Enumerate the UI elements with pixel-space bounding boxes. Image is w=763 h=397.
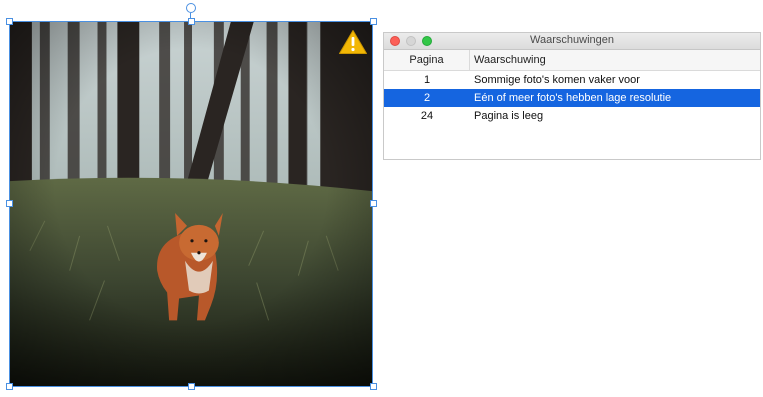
table-row-selected[interactable]: 2 Eén of meer foto's hebben lage resolut… <box>384 89 760 107</box>
resize-handle-bottom-left[interactable] <box>6 383 13 390</box>
resize-handle-bottom-right[interactable] <box>370 383 377 390</box>
rotate-handle[interactable] <box>186 3 196 13</box>
row-page-number: 1 <box>423 74 431 86</box>
resize-handle-right[interactable] <box>370 200 377 207</box>
table-row[interactable]: 1 Sommige foto's komen vaker voor <box>384 71 760 89</box>
resize-handle-top-right[interactable] <box>370 18 377 25</box>
row-warning-text: Pagina is leeg <box>474 110 544 122</box>
row-warning-text: Eén of meer foto's hebben lage resolutie <box>474 92 672 104</box>
warning-icon[interactable] <box>338 29 368 55</box>
window-titlebar[interactable]: Waarschuwingen <box>384 33 760 50</box>
window-title: Waarschuwingen <box>530 34 614 46</box>
table-header: Pagina Waarschuwing <box>384 50 760 71</box>
resize-handle-top-left[interactable] <box>6 18 13 25</box>
row-page-number: 2 <box>423 92 431 104</box>
row-warning-text: Sommige foto's komen vaker voor <box>474 74 640 86</box>
fox-forest-photo <box>10 22 372 386</box>
resize-handle-top[interactable] <box>188 18 195 25</box>
table-row[interactable]: 24 Pagina is leeg <box>384 107 760 125</box>
row-page-number: 24 <box>420 110 434 122</box>
resize-handle-bottom[interactable] <box>188 383 195 390</box>
warnings-window: Waarschuwingen Pagina Waarschuwing 1 Som… <box>383 32 761 160</box>
column-header-page[interactable]: Pagina <box>384 50 470 70</box>
resize-handle-left[interactable] <box>6 200 13 207</box>
photo-image[interactable] <box>9 21 373 387</box>
column-header-warning[interactable]: Waarschuwing <box>470 50 760 70</box>
